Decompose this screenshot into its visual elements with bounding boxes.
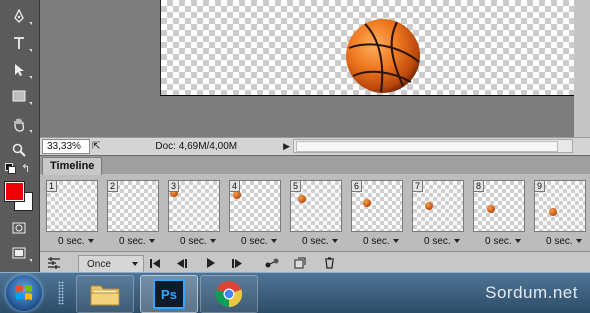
- frame-number: 7: [412, 180, 423, 192]
- taskbar-chrome-button[interactable]: [200, 275, 258, 313]
- frame-8[interactable]: 8 0 sec.: [467, 175, 528, 249]
- basketball-thumbnail: [487, 205, 495, 213]
- doc-size: Doc: 4,69M/4,00M: [155, 141, 238, 152]
- frame-delay[interactable]: 0 sec.: [180, 236, 216, 247]
- photoshop-icon-label: Ps: [161, 286, 177, 302]
- watermark-text: Sordum.net: [485, 283, 578, 302]
- tween-icon[interactable]: [264, 255, 280, 271]
- quick-mask-icon[interactable]: [8, 218, 30, 238]
- type-tool-icon[interactable]: [8, 33, 32, 53]
- delete-frame-icon[interactable]: [321, 255, 337, 271]
- basketball-image: [346, 19, 420, 93]
- frame-number: 4: [229, 180, 240, 192]
- first-frame-icon[interactable]: [148, 255, 162, 271]
- frame-delay[interactable]: 0 sec.: [424, 236, 460, 247]
- basketball-thumbnail: [549, 208, 557, 216]
- frame-number: 2: [107, 180, 118, 192]
- frame-9[interactable]: 9 0 sec.: [528, 175, 589, 249]
- zoom-level[interactable]: 33,33%: [42, 139, 90, 154]
- swap-colors-icon[interactable]: ↰: [21, 162, 30, 175]
- timeline-controls: Once: [40, 251, 590, 274]
- frame-5[interactable]: 5 0 sec.: [284, 175, 345, 249]
- frame-delay[interactable]: 0 sec.: [119, 236, 155, 247]
- start-button[interactable]: [6, 275, 42, 311]
- timeline-header: Timeline: [40, 156, 590, 175]
- windows-logo-icon: [16, 285, 32, 300]
- taskbar-explorer-button[interactable]: [76, 275, 134, 313]
- loop-options-dropdown[interactable]: Once: [78, 255, 144, 273]
- path-selection-tool-icon[interactable]: [8, 60, 32, 80]
- document-workspace: [40, 0, 590, 137]
- rectangle-tool-icon[interactable]: [8, 86, 32, 106]
- screen-mode-icon[interactable]: [8, 243, 32, 263]
- frame-delay[interactable]: 0 sec.: [302, 236, 338, 247]
- photoshop-icon: Ps: [153, 279, 185, 309]
- frame-1[interactable]: 1 0 sec.: [40, 175, 101, 249]
- frame-number: 1: [46, 180, 57, 192]
- taskbar-photoshop-button[interactable]: Ps: [140, 275, 198, 313]
- frame-delay[interactable]: 0 sec.: [485, 236, 521, 247]
- previous-frame-icon[interactable]: [175, 255, 189, 271]
- basketball-thumbnail: [298, 195, 306, 203]
- frame-number: 8: [473, 180, 484, 192]
- frame-strip: 10 sec. 20 sec. 30 sec. 40 sec. 50 sec. …: [40, 175, 590, 250]
- folder-icon: [90, 285, 120, 306]
- play-icon[interactable]: [204, 255, 218, 271]
- horizontal-scrollbar[interactable]: [293, 139, 573, 153]
- timeline-panel: Timeline 1 0 sec. 2 0 sec. 3 0 sec. 4 0 sec.…: [40, 155, 590, 274]
- frame-2[interactable]: 2 0 sec.: [101, 175, 162, 249]
- basketball-thumbnail: [233, 191, 241, 199]
- basketball-thumbnail: [363, 199, 371, 207]
- frame-6[interactable]: 6 0 sec.: [345, 175, 406, 249]
- default-colors-icon[interactable]: [5, 163, 16, 174]
- frame-number: 6: [351, 180, 362, 192]
- duplicate-frame-icon[interactable]: [292, 255, 308, 271]
- foreground-color-swatch[interactable]: [4, 181, 25, 202]
- next-frame-icon[interactable]: [230, 255, 244, 271]
- frame-3[interactable]: 3 0 sec.: [162, 175, 223, 249]
- convert-to-video-timeline-icon[interactable]: [46, 255, 62, 271]
- status-menu-arrow-icon[interactable]: ▶: [283, 141, 290, 152]
- timeline-tab[interactable]: Timeline: [42, 157, 103, 175]
- frame-4[interactable]: 4 0 sec.: [223, 175, 284, 249]
- scroll-thumb[interactable]: [296, 141, 558, 152]
- hand-tool-icon[interactable]: [8, 114, 32, 134]
- zoom-export-icon[interactable]: ⇱: [92, 141, 100, 152]
- chrome-icon: [215, 281, 243, 308]
- frame-delay[interactable]: 0 sec.: [58, 236, 94, 247]
- frame-delay[interactable]: 0 sec.: [546, 236, 582, 247]
- frame-number: 5: [290, 180, 301, 192]
- frame-number: 3: [168, 180, 179, 192]
- tools-panel: ↰: [0, 0, 40, 272]
- zoom-tool-icon[interactable]: [8, 140, 30, 160]
- basketball-thumbnail: [425, 202, 433, 210]
- frame-7[interactable]: 7 0 sec.: [406, 175, 467, 249]
- vertical-scrollbar[interactable]: [574, 0, 590, 137]
- pen-tool-icon[interactable]: [8, 6, 32, 26]
- frame-number: 9: [534, 180, 545, 192]
- frame-delay[interactable]: 0 sec.: [241, 236, 277, 247]
- taskbar-grip: [58, 281, 64, 305]
- frame-delay[interactable]: 0 sec.: [363, 236, 399, 247]
- document-canvas[interactable]: [160, 0, 590, 96]
